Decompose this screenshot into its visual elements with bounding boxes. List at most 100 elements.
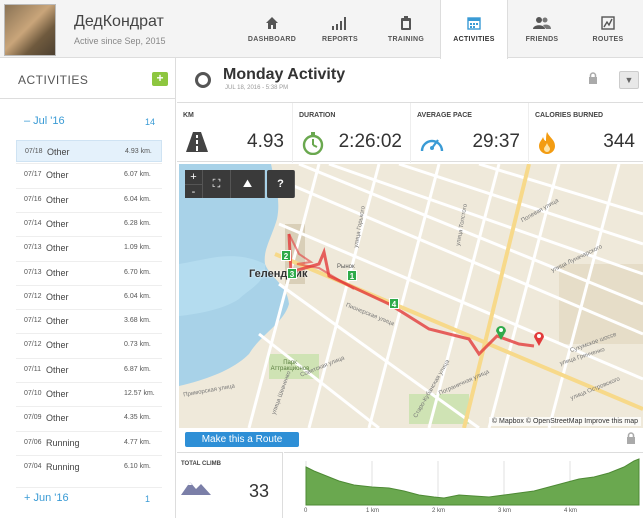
activity-date: 07/13 (24, 268, 42, 276)
lock-icon[interactable] (626, 432, 636, 447)
nav-routes[interactable]: ROUTES (576, 0, 640, 58)
nav-training[interactable]: TRAINING (374, 0, 438, 58)
nav-training-label: TRAINING (387, 35, 425, 43)
add-activity-button[interactable]: + (152, 72, 168, 86)
nav-activities[interactable]: ACTIVITIES (440, 0, 508, 59)
make-route-button[interactable]: Make this a Route (185, 432, 299, 447)
activity-options-dropdown[interactable]: ▼ (619, 71, 639, 89)
elevation-profile-chart[interactable] (284, 453, 643, 519)
activity-list-item[interactable]: 07/18 Other 4.93 km. (16, 140, 162, 162)
activity-map[interactable]: + - ⛶ ⛰ ? Геленджик улица Горького улица… (179, 164, 643, 428)
chevron-down-icon: ▼ (624, 75, 634, 85)
route-marker[interactable]: 1 (347, 270, 357, 281)
activity-list-item[interactable]: 07/14 Other 6.28 km. (16, 213, 162, 235)
activity-date: 07/17 (24, 171, 42, 179)
route-marker[interactable]: 2 (281, 250, 291, 261)
activity-distance: 6.07 km. (124, 171, 151, 179)
profile-tick: 0 (304, 508, 308, 514)
route-marker[interactable]: 4 (389, 298, 399, 309)
activity-distance: 6.70 km. (124, 268, 151, 276)
nav-friends-label: FRIENDS (525, 35, 559, 43)
activity-list-item[interactable]: 07/13 Other 6.70 km. (16, 262, 162, 284)
activity-date: 07/12 (24, 341, 42, 349)
terrain-toggle-button[interactable]: ⛰ (231, 170, 265, 198)
activity-distance: 6.87 km. (124, 365, 151, 373)
stat-duration-value: 2:26:02 (338, 131, 402, 152)
map-attribution[interactable]: © Mapbox © OpenStreetMap Improve this ma… (488, 417, 641, 426)
start-pin-icon[interactable] (495, 324, 507, 340)
activity-type: Other (46, 267, 69, 278)
activity-list-item[interactable]: 07/10 Other 12.57 km. (16, 383, 162, 405)
bars-icon (332, 16, 346, 30)
activity-date: 07/11 (24, 365, 41, 373)
nav-reports[interactable]: REPORTS (308, 0, 372, 58)
activity-list-item[interactable]: 07/16 Other 6.04 km. (16, 189, 162, 211)
activity-list-item[interactable]: 07/17 Other 6.07 km. (16, 164, 162, 186)
stopwatch-icon (302, 132, 324, 155)
map-city-label: Геленджик (249, 268, 308, 280)
month-jun-16-toggle[interactable]: + Jun '16 (24, 492, 69, 504)
activity-type: Other (47, 147, 70, 157)
fullscreen-button[interactable]: ⛶ (203, 170, 231, 198)
profile-tick: 3 km (498, 508, 512, 514)
elevation-profile[interactable]: 0 1 km 2 km 3 km 4 km (284, 452, 643, 518)
activity-list-item[interactable]: 07/11 Other 6.87 km. (16, 359, 162, 381)
nav-dashboard[interactable]: DASHBOARD (238, 0, 306, 58)
map-poi-park: Парк Аттракционов (270, 360, 310, 372)
activity-type-icon (195, 72, 211, 88)
nav-friends[interactable]: FRIENDS (510, 0, 574, 58)
nav-activities-label: ACTIVITIES (453, 36, 495, 43)
activity-date: 07/13 (24, 244, 42, 252)
activity-type: Other (46, 170, 69, 181)
lock-icon[interactable] (588, 72, 598, 87)
divider (16, 284, 162, 286)
activity-title[interactable]: Monday Activity (223, 66, 345, 84)
activity-date: 07/18 (25, 148, 43, 155)
activity-list-item[interactable]: 07/13 Other 1.09 km. (16, 237, 162, 259)
user-name[interactable]: ДедКондрат (74, 13, 164, 31)
divider (16, 406, 162, 408)
activity-list-item[interactable]: 07/09 Other 4.35 km. (16, 407, 162, 429)
activity-list-item[interactable]: 07/12 Other 3.68 km. (16, 310, 162, 332)
route-marker[interactable]: 3 (287, 268, 297, 279)
nav-reports-label: REPORTS (322, 35, 358, 43)
activity-date: 07/14 (24, 219, 42, 227)
month-jul-16-toggle[interactable]: – Jul '16 (24, 115, 65, 127)
activity-list-item[interactable]: 07/04 Running 6.10 km. (16, 456, 162, 478)
stat-km-value: 4.93 (247, 131, 284, 152)
divider (16, 357, 162, 359)
divider (16, 187, 162, 189)
activities-sidebar: ACTIVITIES + – Jul '16 14 07/18 Other 4.93… (0, 58, 176, 518)
divider (16, 454, 162, 456)
activity-type: Running (46, 437, 80, 448)
activity-type: Other (46, 291, 69, 302)
home-icon (266, 16, 278, 29)
activity-distance: 12.57 km. (124, 390, 155, 397)
divider (16, 382, 162, 383)
map-help-button[interactable]: ? (267, 170, 295, 198)
people-icon (533, 16, 551, 29)
activity-distance: 6.04 km. (124, 195, 151, 203)
nav-routes-label: ROUTES (592, 35, 624, 43)
activity-type: Other (46, 413, 69, 424)
zoom-in-button[interactable]: + (185, 170, 203, 184)
clipboard-icon (401, 15, 411, 30)
activity-type: Other (46, 243, 69, 254)
activity-type: Other (46, 194, 69, 205)
stat-average-pace: AVERAGE PACE 29:37 (411, 103, 529, 163)
stats-bar: KM 4.93 DURATION 2:26:02 AVERAGE PACE 29… (177, 102, 643, 163)
divider (16, 487, 162, 488)
activity-distance: 3.68 km. (124, 317, 151, 325)
avatar[interactable] (4, 4, 56, 56)
activity-list-item[interactable]: 07/12 Other 0.73 km. (16, 334, 162, 356)
zoom-out-button[interactable]: - (185, 184, 203, 198)
finish-pin-icon[interactable] (533, 330, 545, 346)
activity-list-item[interactable]: 07/06 Running 4.77 km. (16, 432, 162, 454)
divider (0, 98, 176, 99)
profile-tick: 1 km (366, 508, 380, 514)
activity-type: Other (46, 364, 69, 375)
map-canvas[interactable] (179, 164, 643, 428)
activity-list-item[interactable]: 07/12 Other 6.04 km. (16, 286, 162, 308)
calendar-icon (467, 17, 481, 30)
sidebar-title: ACTIVITIES (18, 73, 89, 87)
